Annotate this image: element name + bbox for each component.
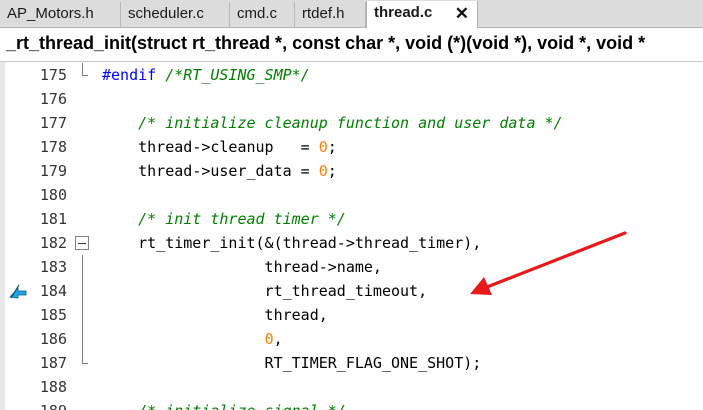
code-number: 0 xyxy=(264,330,274,348)
code-line[interactable]: 182 rt_timer_init(&(thread->thread_timer… xyxy=(0,231,703,255)
code-token: rt_timer_init(&(thread->thread_timer), xyxy=(102,234,482,252)
code-token: thread->name, xyxy=(102,258,382,276)
code-text: /* initialize signal */ xyxy=(102,402,346,410)
code-line[interactable]: 189 /* initialize signal */ xyxy=(0,399,703,410)
line-number: 181 xyxy=(39,210,67,228)
function-signature-bar[interactable]: _rt_thread_init(struct rt_thread *, cons… xyxy=(0,28,703,62)
code-line[interactable]: 178 thread->cleanup = 0; xyxy=(0,135,703,159)
tab-cmd-c[interactable]: cmd.c xyxy=(230,2,295,27)
fold-guide xyxy=(82,327,83,351)
tab-scheduler-c[interactable]: scheduler.c xyxy=(121,2,230,27)
function-signature: _rt_thread_init(struct rt_thread *, cons… xyxy=(6,33,646,53)
code-token: thread->cleanup = xyxy=(102,138,319,156)
tab-label: thread.c xyxy=(374,4,433,21)
code-token: ; xyxy=(327,138,337,156)
line-number: 180 xyxy=(39,186,67,204)
code-line[interactable]: 181 /* init thread timer */ xyxy=(0,207,703,231)
tab-ap-motors-h[interactable]: AP_Motors.h xyxy=(0,2,121,27)
code-line[interactable]: 188 xyxy=(0,375,703,399)
fold-guide xyxy=(82,303,83,327)
code-number: 0 xyxy=(318,138,328,156)
tab-label: rtdef.h xyxy=(302,5,345,22)
line-number: 188 xyxy=(39,378,67,396)
fold-end-tick xyxy=(82,75,88,76)
code-keyword: #endif xyxy=(102,66,157,84)
fold-end-tick xyxy=(82,363,88,364)
fold-collapse-icon[interactable] xyxy=(75,236,89,250)
code-comment: /*RT_USING_SMP*/ xyxy=(165,66,310,84)
line-number: 183 xyxy=(39,258,67,276)
code-comment: /* init thread timer */ xyxy=(138,210,346,228)
code-text: 0, xyxy=(102,330,283,348)
line-number: 185 xyxy=(39,306,67,324)
code-text: /* initialize cleanup function and user … xyxy=(102,114,563,132)
line-number: 177 xyxy=(39,114,67,132)
code-token: thread->user_data = xyxy=(102,162,319,180)
code-text: rt_timer_init(&(thread->thread_timer), xyxy=(102,234,481,252)
code-token: ; xyxy=(327,162,337,180)
line-number: 178 xyxy=(39,138,67,156)
code-token: RT_TIMER_FLAG_ONE_SHOT); xyxy=(102,354,482,372)
code-line[interactable]: 180 xyxy=(0,183,703,207)
close-icon[interactable]: ✕ xyxy=(455,2,469,26)
code-line[interactable]: 187 RT_TIMER_FLAG_ONE_SHOT); xyxy=(0,351,703,375)
code-text: RT_TIMER_FLAG_ONE_SHOT); xyxy=(102,354,482,372)
code-line[interactable]: 186 0, xyxy=(0,327,703,351)
code-editor[interactable]: 175 #endif /*RT_USING_SMP*/ 176 177 /* init… xyxy=(0,62,703,410)
tab-label: cmd.c xyxy=(237,5,278,22)
code-token: thread, xyxy=(102,306,328,324)
line-number: 182 xyxy=(39,234,67,252)
line-number: 186 xyxy=(39,330,67,348)
code-comment: /* initialize signal */ xyxy=(138,402,346,410)
code-token: rt_thread_timeout, xyxy=(102,282,428,300)
line-number: 176 xyxy=(39,90,67,108)
code-text: /* init thread timer */ xyxy=(102,210,346,228)
code-text: thread, xyxy=(102,306,328,324)
code-line[interactable]: 175 #endif /*RT_USING_SMP*/ xyxy=(0,63,703,87)
code-text: thread->cleanup = 0; xyxy=(102,138,337,156)
fold-guide xyxy=(82,255,83,279)
tab-rtdef-h[interactable]: rtdef.h xyxy=(295,2,366,27)
tab-label: scheduler.c xyxy=(128,5,204,22)
code-text: thread->name, xyxy=(102,258,382,276)
fold-guide xyxy=(82,279,83,303)
line-number: 179 xyxy=(39,162,67,180)
line-number: 187 xyxy=(39,354,67,372)
code-line[interactable]: 183 thread->name, xyxy=(0,255,703,279)
line-number: 184 xyxy=(39,282,67,300)
code-line[interactable]: 179 thread->user_data = 0; xyxy=(0,159,703,183)
line-number: 189 xyxy=(30,402,67,410)
code-token: , xyxy=(273,330,283,348)
tab-thread-c[interactable]: thread.c ✕ xyxy=(366,1,478,29)
code-line[interactable]: 177 /* initialize cleanup function and u… xyxy=(0,111,703,135)
code-text: thread->user_data = 0; xyxy=(102,162,337,180)
code-text: #endif /*RT_USING_SMP*/ xyxy=(102,66,310,84)
code-number: 0 xyxy=(318,162,328,180)
code-line[interactable]: 184 rt_thread_timeout, xyxy=(0,279,703,303)
code-text: rt_thread_timeout, xyxy=(102,282,428,300)
tab-label: AP_Motors.h xyxy=(7,5,94,22)
code-line[interactable]: 185 thread, xyxy=(0,303,703,327)
code-comment: /* initialize cleanup function and user … xyxy=(138,114,563,132)
current-execution-arrow-icon xyxy=(9,284,27,299)
file-tab-bar: AP_Motors.h scheduler.c cmd.c rtdef.h th… xyxy=(0,0,703,29)
code-line[interactable]: 176 xyxy=(0,87,703,111)
line-number: 175 xyxy=(39,66,67,84)
